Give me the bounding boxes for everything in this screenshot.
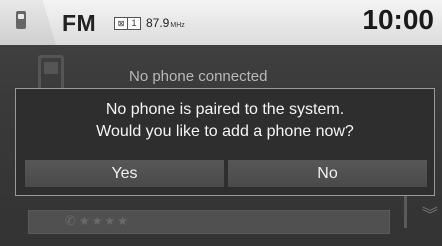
list-item[interactable]: ✆ ★★★★ <box>28 210 390 234</box>
phone-status-text: No phone connected <box>129 68 268 85</box>
no-button[interactable]: No <box>228 160 427 187</box>
pair-phone-dialog: No phone is paired to the system. Would … <box>15 88 435 196</box>
frequency-value: 87.9 <box>146 16 170 30</box>
phone-icon <box>16 11 26 29</box>
dialog-message-line1: No phone is paired to the system. <box>105 101 345 118</box>
dialog-message-line2: Would you like to add a phone now? <box>96 123 354 140</box>
phone-tab[interactable] <box>0 0 56 45</box>
list-item-label: ★★★★ <box>79 214 131 228</box>
preset-number: 1 <box>127 17 141 30</box>
frequency: 87.9MHz <box>146 16 185 30</box>
clock: 10:00 <box>362 4 434 35</box>
screen: FM ⊠ 1 87.9MHz 10:00 No phone connected … <box>0 0 442 246</box>
audio-band: FM <box>62 10 97 36</box>
status-bar: FM ⊠ 1 87.9MHz 10:00 <box>0 0 442 45</box>
download-icon: ⊠ <box>114 17 128 30</box>
chevron-down-icon[interactable]: ︾ <box>422 208 438 224</box>
yes-button[interactable]: Yes <box>25 160 224 187</box>
phone-handset-icon: ✆ <box>65 213 76 228</box>
frequency-unit: MHz <box>170 22 185 29</box>
